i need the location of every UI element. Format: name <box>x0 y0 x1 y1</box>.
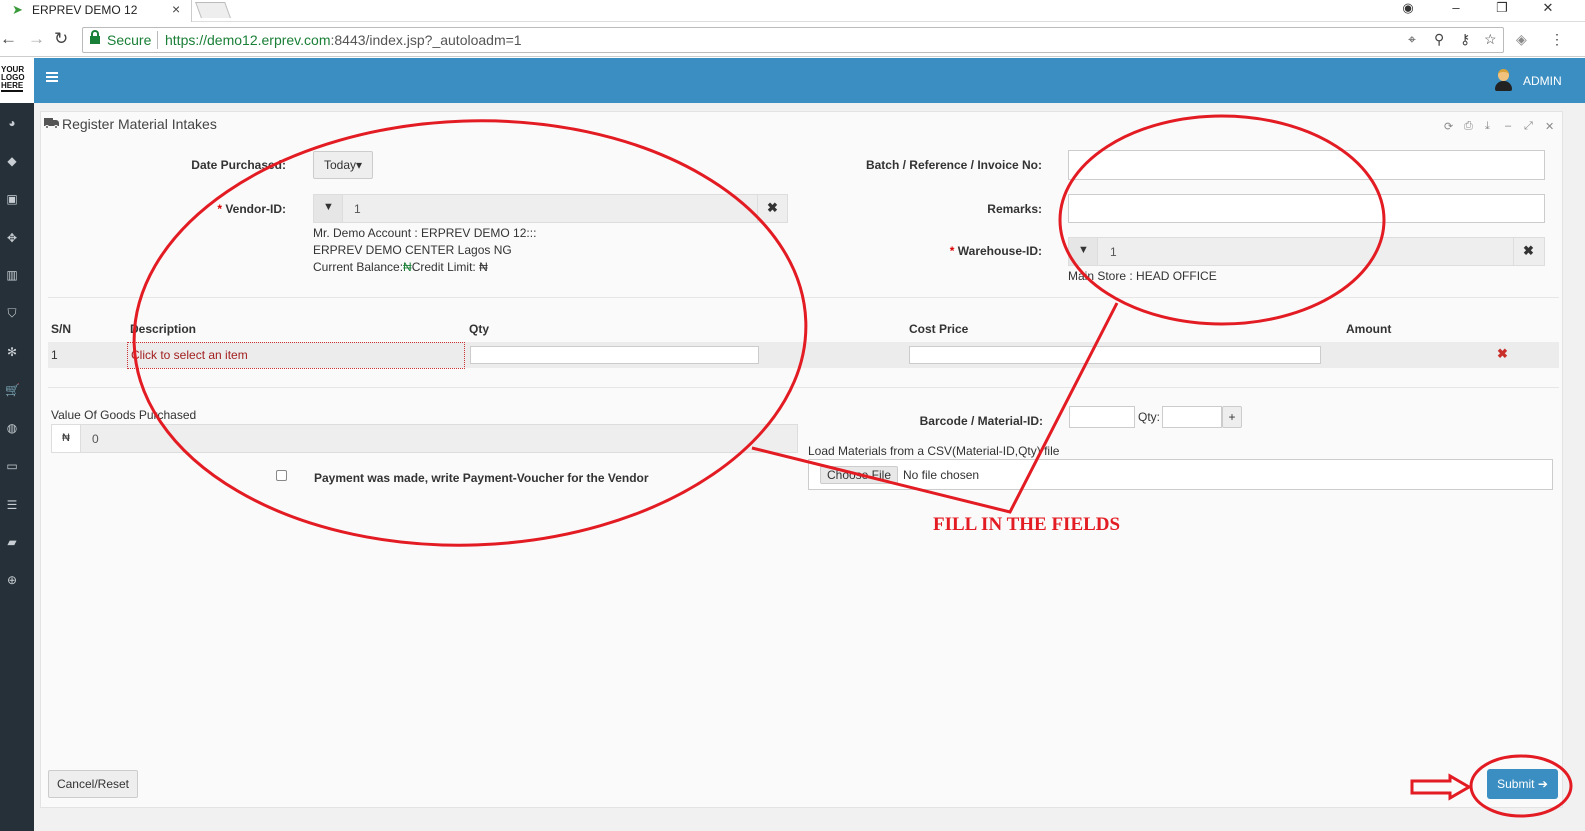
annotation-text: FILL IN THE FIELDS <box>933 514 1121 535</box>
annotation-ellipse-submit <box>1469 754 1573 818</box>
annotation-arrow <box>1410 773 1472 801</box>
annotation-layer <box>132 114 1573 818</box>
annotation-ellipse-right <box>1058 114 1386 326</box>
annotation-ellipse-left <box>132 119 808 547</box>
